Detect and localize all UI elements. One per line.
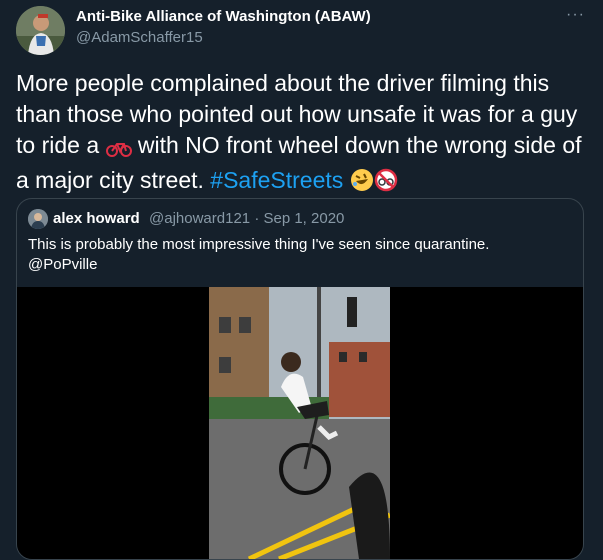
author-name[interactable]: Anti-Bike Alliance of Washington (ABAW) [76,8,371,25]
quoted-mention[interactable]: @PoPville [28,255,568,275]
author-avatar[interactable] [16,6,65,55]
hashtag-link[interactable]: #SafeStreets [210,167,343,193]
quoted-author-name[interactable]: alex howard [53,210,140,227]
video-frame [209,287,390,559]
quoted-meta: @ajhoward121 · Sep 1, 2020 [149,210,344,227]
tweet-text: More people complained about the driver … [16,68,591,200]
no-bicycles-emoji [374,168,398,200]
quoted-author-avatar[interactable] [28,209,48,229]
more-dots-icon[interactable]: ··· [566,6,585,24]
rofl-emoji [350,168,374,200]
bicycle-emoji [105,134,132,165]
meta-separator: · [254,210,260,227]
quoted-author-handle[interactable]: @ajhoward121 [149,210,250,227]
quoted-text-line1: This is probably the most impressive thi… [28,236,490,253]
video-thumbnail[interactable] [17,287,583,559]
quoted-date[interactable]: Sep 1, 2020 [263,210,344,227]
quoted-tweet[interactable]: alex howard @ajhoward121 · Sep 1, 2020 T… [16,198,584,560]
quoted-text: This is probably the most impressive thi… [28,235,568,275]
author-handle[interactable]: @AdamSchaffer15 [76,29,203,46]
